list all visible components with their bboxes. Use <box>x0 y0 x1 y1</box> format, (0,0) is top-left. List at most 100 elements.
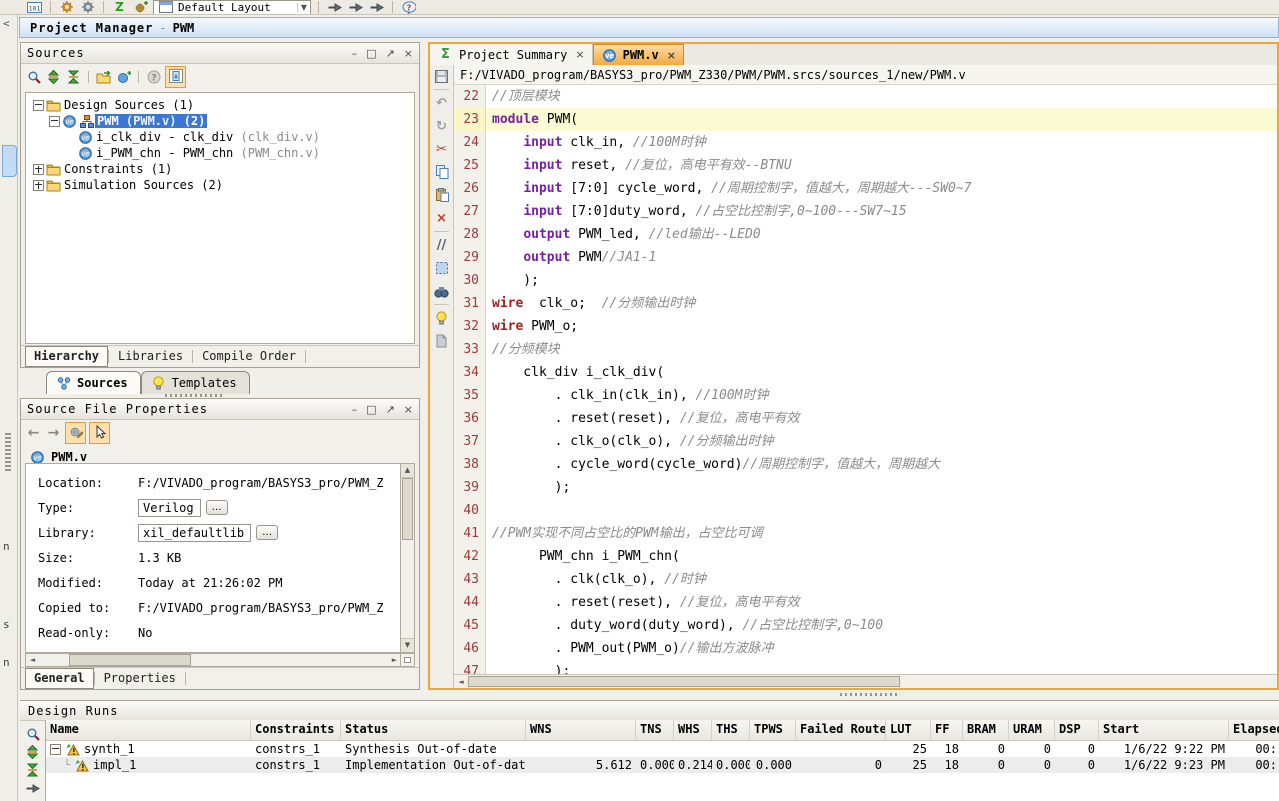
close-button[interactable]: × <box>404 47 413 60</box>
expand-all-icon[interactable] <box>45 69 62 85</box>
splitter-handle[interactable] <box>5 433 11 473</box>
editor-tab-project-summary[interactable]: ΣProject Summary× <box>430 44 593 65</box>
property-value-input[interactable]: xil_defaultlib <box>138 524 251 542</box>
column-header-name[interactable]: Name <box>46 720 251 740</box>
column-header-failed-routes[interactable]: Failed Routes <box>796 720 886 740</box>
properties-settings-icon[interactable] <box>65 422 86 444</box>
column-header-start[interactable]: Start <box>1099 720 1229 740</box>
tree-item[interactable]: Constraints (1) <box>26 161 414 177</box>
tab-hierarchy[interactable]: Hierarchy <box>25 346 108 367</box>
tab-libraries[interactable]: Libraries <box>109 346 192 367</box>
search-icon[interactable] <box>25 69 42 85</box>
dashboard-icon-2[interactable] <box>347 0 364 15</box>
close-tab-icon[interactable]: × <box>575 48 584 61</box>
delete-icon[interactable]: × <box>433 210 450 226</box>
tree-item[interactable]: vei_clk_div - clk_div (clk_div.v) <box>26 129 414 145</box>
tree-item[interactable]: vePWM (PWM.v) (2) <box>26 113 414 129</box>
column-header-elapsed[interactable]: Elapsed <box>1229 720 1279 740</box>
collapse-all-icon[interactable] <box>24 762 41 778</box>
sources-tree[interactable]: Design Sources (1)vePWM (PWM.v) (2)vei_c… <box>25 92 415 344</box>
search-icon[interactable] <box>24 726 41 742</box>
collapsed-panel-tab[interactable] <box>2 145 17 177</box>
forward-icon[interactable]: → <box>45 425 62 441</box>
column-header-whs[interactable]: WHS <box>674 720 712 740</box>
column-header-ths[interactable]: THS <box>712 720 750 740</box>
minimize-button[interactable]: – <box>352 403 358 416</box>
help-icon[interactable]: ? <box>400 0 417 15</box>
design-run-row[interactable]: └impl_1constrs_1Implementation Out-of-da… <box>46 757 1279 773</box>
find-icon[interactable] <box>433 283 450 299</box>
code-editor[interactable]: 22//顶层模块23module PWM(24 input clk_in, //… <box>454 85 1277 674</box>
project-settings-icon[interactable] <box>79 0 96 15</box>
ellipsis-button[interactable]: … <box>206 500 228 515</box>
close-tab-icon[interactable]: × <box>667 49 676 62</box>
save-icon[interactable] <box>433 68 450 84</box>
scroll-to-selected-icon[interactable] <box>165 66 186 88</box>
column-header-ff[interactable]: FF <box>931 720 963 740</box>
run-synthesis-icon[interactable] <box>58 0 75 15</box>
simulation-settings-icon[interactable]: 101 <box>26 0 43 15</box>
tree-item[interactable]: Simulation Sources (2) <box>26 177 414 193</box>
editor-horizontal-scrollbar[interactable]: ◄ <box>454 674 1277 688</box>
comment-icon[interactable]: // <box>433 237 450 253</box>
tree-item[interactable]: Design Sources (1) <box>26 97 414 113</box>
block-select-icon[interactable] <box>433 260 450 276</box>
panel-tab-templates[interactable]: Templates <box>141 371 250 394</box>
maximize-button[interactable]: □ <box>366 403 376 416</box>
column-header-status[interactable]: Status <box>341 720 526 740</box>
column-header-bram[interactable]: BRAM <box>963 720 1009 740</box>
paste-icon[interactable] <box>433 187 450 203</box>
tab-general[interactable]: General <box>25 668 94 689</box>
float-button[interactable]: ↗ <box>386 403 395 416</box>
dashboard-icon-3[interactable] <box>368 0 385 15</box>
copy-icon[interactable] <box>433 164 450 180</box>
column-header-dsp[interactable]: DSP <box>1055 720 1099 740</box>
splitter-handle[interactable] <box>165 394 225 397</box>
properties-vertical-scrollbar[interactable]: ▲ ▼ <box>400 463 415 653</box>
minimize-button[interactable]: – <box>352 47 358 60</box>
chevron-down-icon[interactable]: ▼ <box>297 3 307 12</box>
property-value-input[interactable]: Verilog <box>138 499 201 517</box>
tab-compile-order[interactable]: Compile Order <box>193 346 305 367</box>
collapse-panel-icon[interactable]: < <box>3 17 10 30</box>
collapse-icon[interactable] <box>49 116 60 127</box>
tab-properties[interactable]: Properties <box>95 668 185 689</box>
lightbulb-icon[interactable] <box>433 310 450 326</box>
snippet-icon[interactable] <box>433 333 450 349</box>
column-header-lut[interactable]: LUT <box>886 720 931 740</box>
dashboard-icon-1[interactable] <box>326 0 343 15</box>
cut-icon[interactable]: ✂ <box>433 141 450 157</box>
editor-tab-pwm-v[interactable]: vePWM.v× <box>593 44 684 65</box>
collapse-all-icon[interactable] <box>65 69 82 85</box>
maximize-button[interactable]: □ <box>366 47 376 60</box>
undo-icon[interactable]: ↶ <box>433 95 450 111</box>
panel-tab-sources[interactable]: Sources <box>46 371 141 394</box>
design-run-row[interactable]: synth_1constrs_1Synthesis Out-of-date251… <box>46 741 1279 757</box>
column-header-uram[interactable]: URAM <box>1009 720 1055 740</box>
column-header-wns[interactable]: WNS <box>526 720 636 740</box>
select-mode-icon[interactable] <box>89 422 110 444</box>
open-source-icon[interactable] <box>95 69 112 85</box>
back-icon[interactable]: ← <box>25 425 42 441</box>
expand-all-icon[interactable] <box>24 744 41 760</box>
float-button[interactable]: ↗ <box>386 47 395 60</box>
zynq-icon[interactable]: Z <box>111 0 128 15</box>
properties-horizontal-scrollbar[interactable]: ◄ ► <box>25 653 402 667</box>
add-sources-icon[interactable] <box>115 69 132 85</box>
redo-icon[interactable]: ↻ <box>433 118 450 134</box>
column-header-constraints[interactable]: Constraints <box>251 720 341 740</box>
expand-icon[interactable] <box>33 180 44 191</box>
step-icon[interactable] <box>24 780 41 796</box>
design-runs-table[interactable]: NameConstraintsStatusWNSTNSWHSTHSTPWSFai… <box>45 720 1279 801</box>
expand-icon[interactable] <box>33 164 44 175</box>
tree-item[interactable]: vei_PWM_chn - PWM_chn (PWM_chn.v) <box>26 145 414 161</box>
collapse-icon[interactable] <box>33 100 44 111</box>
collapse-icon[interactable] <box>50 744 61 755</box>
layout-selector[interactable]: Default Layout▼ <box>153 0 311 15</box>
column-header-tpws[interactable]: TPWS <box>750 720 796 740</box>
resize-grip[interactable] <box>400 653 415 667</box>
splitter-handle[interactable] <box>840 693 900 696</box>
column-header-tns[interactable]: TNS <box>636 720 674 740</box>
customize-layout-icon[interactable] <box>132 0 149 15</box>
close-button[interactable]: × <box>404 403 413 416</box>
